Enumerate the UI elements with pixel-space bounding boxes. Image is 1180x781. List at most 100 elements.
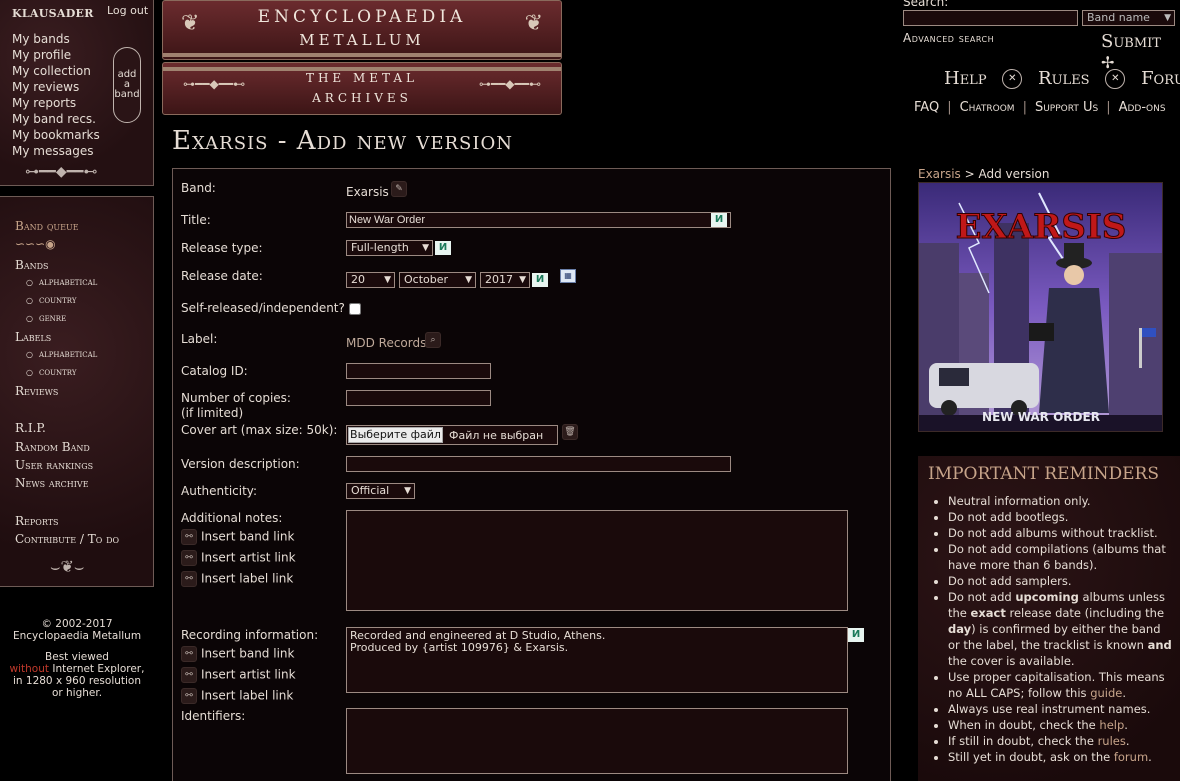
version-description-input[interactable] xyxy=(346,456,731,472)
advanced-search-link[interactable]: Advanced search xyxy=(903,31,994,45)
release-type-value: Full-length xyxy=(351,241,409,254)
recording-insert-artist-text: Insert artist link xyxy=(201,667,296,682)
chatroom-link[interactable]: Chatroom xyxy=(960,100,1015,115)
copies-sublabel: (if limited) xyxy=(181,406,244,420)
search-label: Search: xyxy=(903,0,949,9)
best-viewed-resolution: in 1280 x 960 resolution xyxy=(12,675,142,687)
nav-labels[interactable]: Labels xyxy=(15,330,51,344)
user-panel: KLAUSADER Log out My bands My profile My… xyxy=(0,0,154,186)
calendar-icon[interactable]: ▦ xyxy=(560,269,576,283)
reminder-item: Do not add albums without tracklist. xyxy=(948,525,1173,541)
user-menu-my-bands[interactable]: My bands xyxy=(12,31,100,47)
nav-bands[interactable]: Bands xyxy=(15,258,49,272)
release-day-select[interactable]: 20 ▼ xyxy=(346,272,395,288)
recording-insert-label-link[interactable]: ⚯ Insert label link xyxy=(181,688,293,704)
label-value[interactable]: MDD Records xyxy=(346,336,426,350)
separator: | xyxy=(1022,100,1027,115)
nav-labels-alphabetical[interactable]: alphabetical xyxy=(26,349,97,360)
spellcheck-icon[interactable]: И xyxy=(848,628,864,642)
catalog-id-input[interactable] xyxy=(346,363,491,379)
user-menu-my-band-recs[interactable]: My band recs. xyxy=(12,111,100,127)
search-type-select[interactable]: Band name ▼ xyxy=(1082,10,1175,26)
cover-art-label: Cover art (max size: 50k): xyxy=(181,423,338,437)
important-reminders: IMPORTANT REMINDERS Neutral information … xyxy=(918,456,1180,781)
user-menu-my-reports[interactable]: My reports xyxy=(12,95,100,111)
support-link[interactable]: Support Us xyxy=(1035,100,1098,115)
help-link[interactable]: Help xyxy=(944,68,987,89)
chevron-down-icon: ▼ xyxy=(465,275,472,285)
copies-input[interactable] xyxy=(346,390,491,406)
authenticity-select[interactable]: Official ▼ xyxy=(346,483,415,499)
notes-insert-artist-link[interactable]: ⚯ Insert artist link xyxy=(181,550,296,566)
nav-band-queue[interactable]: Band queue xyxy=(15,219,79,233)
without-text: without xyxy=(9,663,50,675)
breadcrumb-band-link[interactable]: Exarsis xyxy=(918,167,961,181)
additional-notes-textarea[interactable] xyxy=(346,510,848,611)
search-type-value: Band name xyxy=(1087,11,1150,24)
title-input[interactable] xyxy=(346,212,731,228)
rules-link[interactable]: Rules xyxy=(1038,68,1090,89)
reminder-item: Do not add upcoming albums unless the ex… xyxy=(948,589,1173,669)
spellcheck-icon[interactable]: И xyxy=(711,213,727,227)
add-band-button[interactable]: add a band xyxy=(113,47,141,123)
nav-bands-alphabetical[interactable]: alphabetical xyxy=(26,277,97,288)
recording-insert-label-text: Insert label link xyxy=(201,688,294,703)
site-logo[interactable]: ENCYCLOPAEDIA METALLUM ❦ ❦ THE METAL ARC… xyxy=(162,0,562,115)
search-icon[interactable]: ⌕ xyxy=(425,332,441,348)
recording-info-textarea[interactable]: Recorded and engineered at D Studio, Ath… xyxy=(346,627,848,693)
trash-icon[interactable]: 🗑 xyxy=(562,424,578,440)
nav-contribute[interactable]: Contribute / To do xyxy=(15,532,119,546)
user-menu-my-collection[interactable]: My collection xyxy=(12,63,100,79)
nav-labels-country[interactable]: country xyxy=(26,367,76,378)
band-value: Exarsis xyxy=(346,185,389,199)
nav-random-band[interactable]: Random Band xyxy=(15,440,90,454)
submit-button[interactable]: Submit ✢ xyxy=(1101,31,1180,73)
self-released-label: Self-released/independent? xyxy=(181,301,345,315)
spellcheck-icon[interactable]: И xyxy=(435,241,451,255)
nav-news-archive[interactable]: News archive xyxy=(15,476,89,490)
guide-link[interactable]: guide xyxy=(1090,686,1122,700)
forum-link[interactable]: Forum xyxy=(1141,68,1180,89)
rules-link-inline[interactable]: rules xyxy=(1098,734,1126,748)
release-month-value: October xyxy=(404,273,449,286)
recording-insert-artist-link[interactable]: ⚯ Insert artist link xyxy=(181,667,296,683)
reminder-item: When in doubt, check the help. xyxy=(948,717,1173,733)
nav-bands-genre[interactable]: genre xyxy=(26,313,66,324)
nav-reviews[interactable]: Reviews xyxy=(15,384,58,398)
release-year-select[interactable]: 2017 ▼ xyxy=(480,272,530,288)
identifiers-textarea[interactable] xyxy=(346,708,848,774)
user-menu-my-bookmarks[interactable]: My bookmarks xyxy=(12,127,100,143)
release-month-select[interactable]: October ▼ xyxy=(399,272,476,288)
reminder-item: Do not add compilations (albums that hav… xyxy=(948,541,1173,573)
cover-file-input[interactable]: Выберите файл Файл не выбран xyxy=(346,425,558,445)
search-input[interactable] xyxy=(903,10,1078,26)
ornament-icon: ✕ xyxy=(1002,69,1023,89)
recording-info-label: Recording information: xyxy=(181,628,319,642)
nav-reports[interactable]: Reports xyxy=(15,514,59,528)
spellcheck-icon[interactable]: И xyxy=(532,273,548,287)
nav-user-rankings[interactable]: User rankings xyxy=(15,458,93,472)
logout-link[interactable]: Log out xyxy=(107,4,148,17)
user-menu-my-messages[interactable]: My messages xyxy=(12,143,100,159)
nav-bands-country[interactable]: country xyxy=(26,295,76,306)
choose-file-button[interactable]: Выберите файл xyxy=(348,427,443,443)
album-cover-image[interactable]: EXARSIS NEW WAR ORDER xyxy=(918,182,1163,432)
user-menu-my-profile[interactable]: My profile xyxy=(12,47,100,63)
additional-notes-label: Additional notes: xyxy=(181,511,283,525)
reminder-item: Still yet in doubt, ask on the forum. xyxy=(948,749,1173,765)
notes-insert-band-link[interactable]: ⚯ Insert band link xyxy=(181,529,294,545)
separator: | xyxy=(947,100,952,115)
notes-insert-label-link[interactable]: ⚯ Insert label link xyxy=(181,571,293,587)
help-link-inline[interactable]: help xyxy=(1099,718,1124,732)
faq-link[interactable]: FAQ xyxy=(914,100,939,115)
edit-pencil-icon[interactable]: ✎ xyxy=(391,181,407,197)
recording-insert-band-link[interactable]: ⚯ Insert band link xyxy=(181,646,294,662)
nav-rip[interactable]: R.I.P. xyxy=(15,421,46,435)
release-type-select[interactable]: Full-length ▼ xyxy=(346,240,433,256)
user-menu-my-reviews[interactable]: My reviews xyxy=(12,79,100,95)
addons-link[interactable]: Add-ons xyxy=(1119,100,1166,115)
reminder-item: Do not add bootlegs. xyxy=(948,509,1173,525)
forum-link-inline[interactable]: forum xyxy=(1114,750,1148,764)
self-released-checkbox[interactable] xyxy=(349,303,361,315)
user-menu: My bands My profile My collection My rev… xyxy=(12,31,100,159)
